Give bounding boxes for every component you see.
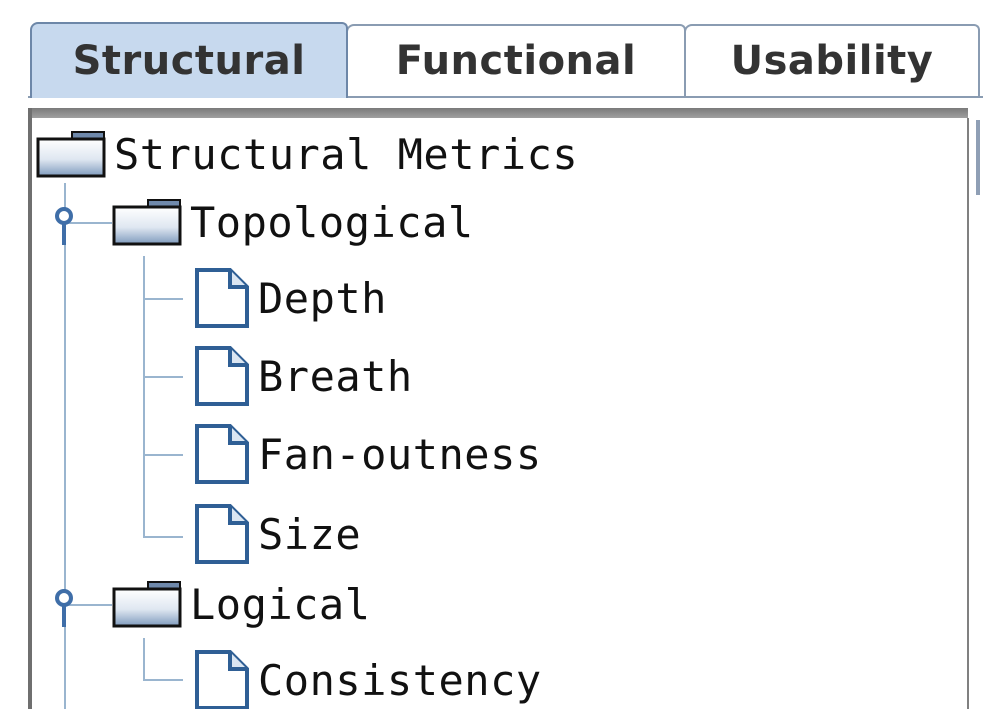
panel-right-border (967, 118, 969, 709)
tree-node-structural-metrics[interactable]: Structural Metrics (36, 118, 578, 190)
folder-icon (112, 198, 182, 246)
tree-node-logical[interactable]: Logical (112, 568, 371, 640)
document-icon (194, 503, 250, 565)
tree-leaf-size[interactable]: Size (194, 498, 361, 570)
tab-functional[interactable]: Functional (346, 24, 686, 96)
tree-leaf-label: Breath (258, 351, 413, 401)
tree-line-logical-children (143, 638, 145, 680)
document-icon (194, 345, 250, 407)
tree-leaf-depth[interactable]: Depth (194, 262, 387, 334)
tree-leaf-label: Depth (258, 273, 387, 323)
tree-leaf-breath[interactable]: Breath (194, 340, 413, 412)
tree-leaf-fan-outness[interactable]: Fan-outness (194, 418, 542, 490)
scrollbar-edge[interactable] (976, 120, 980, 195)
tab-usability-label: Usability (730, 38, 934, 84)
tree-leaf-consistency[interactable]: Consistency (194, 644, 542, 709)
expander-logical-icon[interactable] (51, 587, 77, 627)
panel-left-border (28, 108, 32, 709)
tree-node-label: Topological (190, 197, 474, 247)
tab-functional-label: Functional (395, 38, 637, 84)
folder-icon (112, 580, 182, 628)
tab-structural[interactable]: Structural (30, 22, 348, 98)
document-icon (194, 267, 250, 329)
metrics-tree-window: Structural Functional Usability Structur… (0, 0, 983, 709)
expander-topological-icon[interactable] (51, 205, 77, 245)
tree-node-label: Logical (190, 579, 371, 629)
tree-node-topological[interactable]: Topological (112, 186, 474, 258)
tree-line-breath (143, 376, 183, 378)
panel-top-border (28, 108, 968, 118)
tree-line-consistency (143, 679, 183, 681)
tab-structural-label: Structural (72, 38, 306, 84)
tree-leaf-label: Size (258, 509, 362, 559)
tree-leaf-label: Fan-outness (258, 429, 542, 479)
document-icon (194, 423, 250, 485)
folder-icon (36, 130, 106, 178)
tree-line-size (143, 536, 183, 538)
tree-node-label: Structural Metrics (114, 129, 579, 179)
tree-line-root (64, 183, 66, 709)
tab-usability[interactable]: Usability (684, 24, 980, 96)
tree-leaf-label: Consistency (258, 655, 542, 705)
tree-line-depth (143, 298, 183, 300)
document-icon (194, 649, 250, 709)
tree-line-fan-outness (143, 454, 183, 456)
